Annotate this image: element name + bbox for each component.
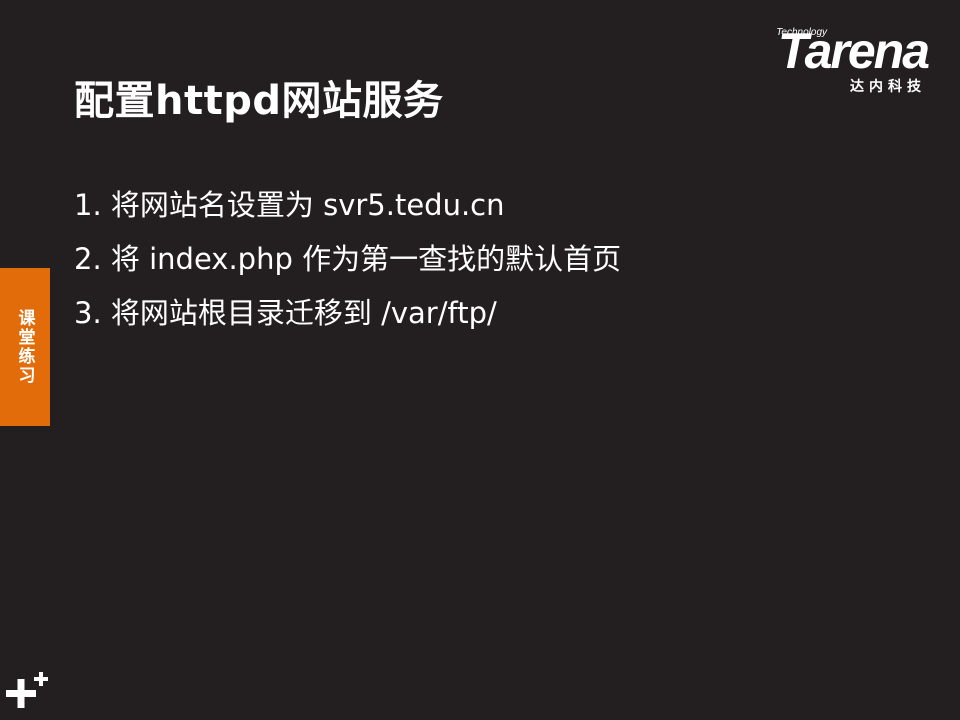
slide-title: 配置httpd网站服务 [74, 78, 444, 124]
side-tab-label: 课堂练习 [14, 309, 35, 385]
logo-chinese-name: 达内科技 [850, 79, 926, 95]
classroom-exercise-tab: 课堂练习 [0, 268, 50, 426]
logo-wordmark: Tarena [777, 23, 930, 79]
bullet-list: 1. 将网站名设置为 svr5.tedu.cn 2. 将 index.php 作… [74, 178, 621, 340]
bullet-item: 1. 将网站名设置为 svr5.tedu.cn [74, 188, 505, 222]
plus-icon [6, 672, 48, 708]
bullet-item: 3. 将网站根目录迁移到 /var/ftp/ [74, 296, 497, 330]
tarena-logo: Technology Tarena 达内科技 [730, 26, 930, 98]
bullet-item: 2. 将 index.php 作为第一查找的默认首页 [74, 242, 622, 276]
